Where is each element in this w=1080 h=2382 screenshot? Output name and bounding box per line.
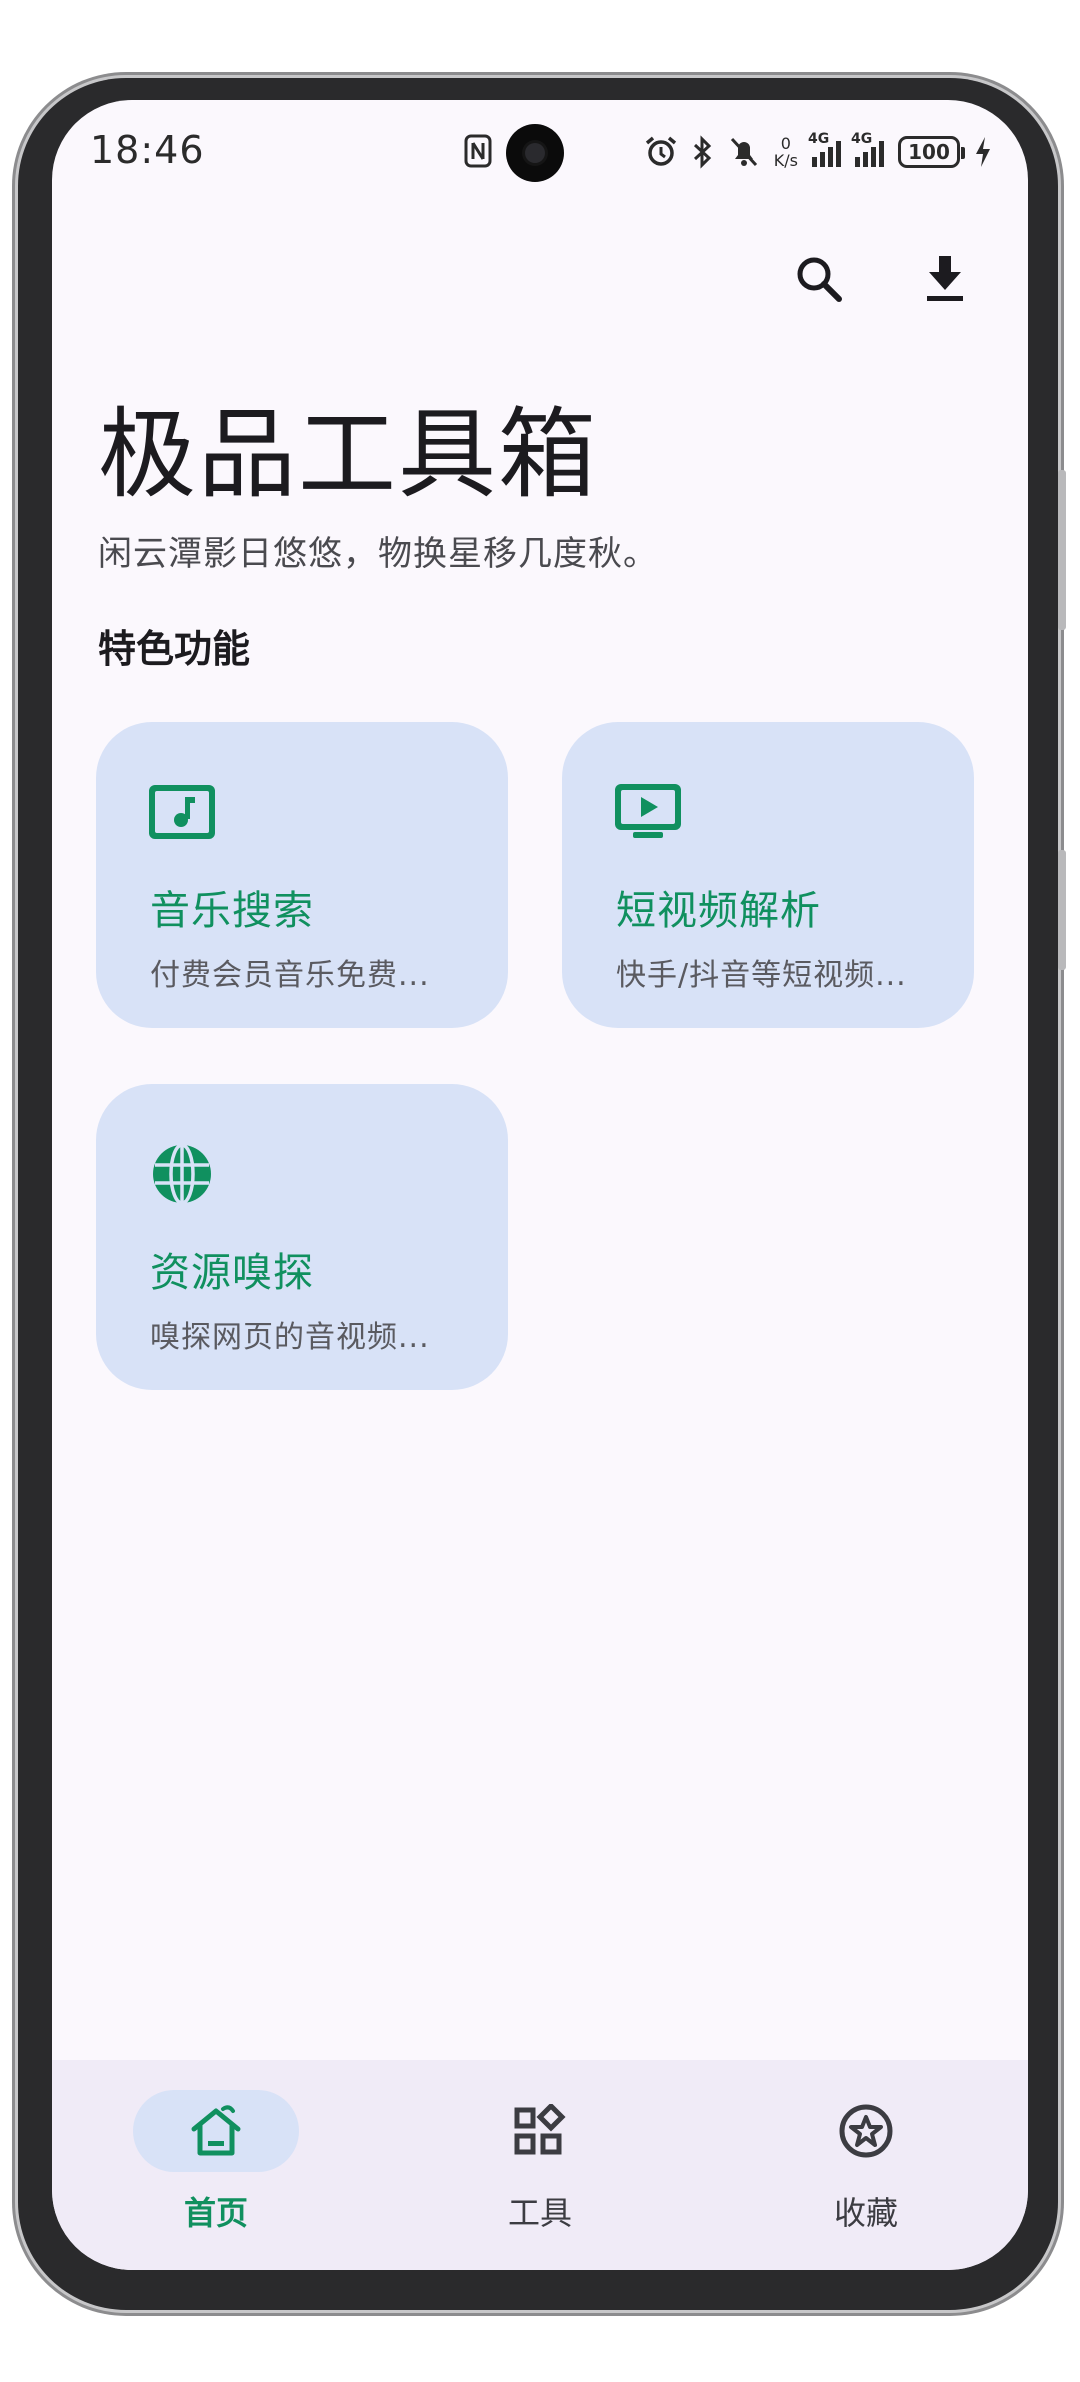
download-icon — [927, 256, 963, 301]
download-button[interactable] — [902, 236, 988, 322]
signal-strength-1: 4G — [808, 131, 841, 167]
network-speed-value: 0 — [780, 134, 791, 153]
search-icon — [797, 257, 842, 302]
globe-icon — [146, 1138, 218, 1210]
signal-strength-2: 4G — [851, 131, 884, 167]
status-icons: 0 K/s 4G 4G 100 — [644, 130, 992, 174]
volume-button — [1058, 470, 1066, 630]
nav-icon-container — [783, 2090, 949, 2172]
signal-2-label: 4G — [851, 131, 873, 147]
feature-card-title: 短视频解析 — [616, 888, 821, 934]
nav-item-tools[interactable]: 工具 — [420, 2090, 660, 2250]
feature-card-desc: 嗅探网页的音视频... — [150, 1320, 430, 1355]
feature-card-desc: 快手/抖音等短视频... — [616, 958, 907, 993]
feature-card-resource-sniff[interactable]: 资源嗅探 嗅探网页的音视频... — [96, 1084, 508, 1390]
nav-item-favorites[interactable]: 收藏 — [746, 2090, 986, 2250]
mute-bell-icon — [730, 137, 757, 167]
alarm-icon — [645, 136, 676, 166]
nav-icon-container — [457, 2090, 623, 2172]
nav-item-home[interactable]: 首页 — [96, 2090, 336, 2250]
nav-label-tools: 工具 — [507, 2194, 572, 2232]
page-title: 极品工具箱 — [98, 398, 599, 512]
star-circle-icon — [839, 2104, 893, 2158]
nav-active-indicator — [133, 2090, 299, 2172]
home-icon — [191, 2105, 241, 2156]
music-note-icon — [146, 776, 218, 848]
charging-bolt-icon — [976, 137, 990, 167]
feature-card-desc: 付费会员音乐免费... — [150, 958, 430, 993]
network-speed-unit: K/s — [773, 151, 798, 170]
status-time: 18:46 — [90, 128, 205, 172]
bottom-navigation: 首页 工具 收藏 — [52, 2060, 1028, 2270]
status-bar: 18:46 0 K/s 4G 4G 100 — [52, 120, 1028, 184]
play-screen-icon — [612, 776, 684, 848]
section-title: 特色功能 — [98, 627, 251, 671]
top-app-bar-actions — [776, 236, 1028, 322]
network-speed: 0 K/s — [774, 135, 798, 169]
battery-indicator: 100 — [898, 136, 965, 168]
bluetooth-icon — [693, 135, 711, 169]
front-camera — [506, 124, 564, 182]
feature-card-music-search[interactable]: 音乐搜索 付费会员音乐免费... — [96, 722, 508, 1028]
battery-level: 100 — [908, 140, 950, 164]
feature-card-title: 音乐搜索 — [150, 888, 314, 934]
power-button — [1058, 850, 1066, 970]
feature-card-short-video[interactable]: 短视频解析 快手/抖音等短视频... — [562, 722, 974, 1028]
phone-screen: 18:46 0 K/s 4G 4G 100 极品工具箱 闲云潭影日悠悠，物换星移… — [52, 100, 1028, 2270]
nav-label-home: 首页 — [183, 2194, 248, 2232]
page-subtitle: 闲云潭影日悠悠，物换星移几度秋。 — [98, 534, 658, 574]
signal-1-label: 4G — [808, 131, 830, 147]
search-button[interactable] — [776, 236, 862, 322]
nav-label-favorites: 收藏 — [833, 2194, 898, 2232]
feature-card-title: 资源嗅探 — [150, 1250, 314, 1296]
widgets-icon — [514, 2104, 566, 2155]
nfc-icon — [464, 134, 492, 168]
